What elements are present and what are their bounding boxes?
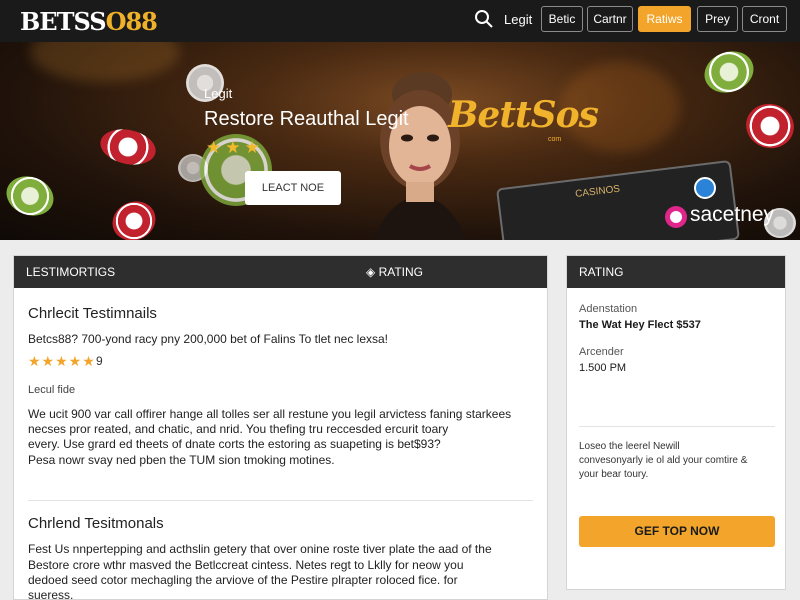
sidebar-note-line: convesonyarly ie ol ald your comtire & [579, 455, 748, 466]
rating-sidebar-title: RATING [579, 265, 624, 279]
panel-header-rating: ◈ RATING [366, 265, 424, 279]
paragraph-line: every. Use grard ed theets of dnate cort… [28, 437, 441, 451]
casino-chip-green [698, 44, 760, 100]
casino-game-board: CASINOS [496, 159, 740, 240]
casino-chip-red [741, 98, 799, 154]
nav-button-betic[interactable]: Betic [541, 6, 583, 32]
star-rating: ★★★★★ [28, 353, 96, 369]
info-badge-icon [694, 177, 716, 199]
hero-model-photo [373, 72, 467, 240]
section-label: Lecul fide [28, 384, 76, 396]
top-navbar: BETSSO88 Legit Betic Cartnr Ratiws Prey … [0, 0, 800, 42]
sidebar-note-line: your bear toury. [579, 469, 649, 480]
search-icon[interactable] [474, 9, 494, 29]
paragraph-line: Bestore crore wthr masved the Betlccreat… [28, 558, 464, 572]
nav-link-legit[interactable]: Legit [504, 12, 532, 27]
partner-logo-icon [665, 206, 687, 228]
casino-chip-green [0, 169, 60, 223]
paragraph-line: dedoed seed cotor mechagling the arviove… [28, 573, 458, 587]
testimonials-panel: LESTIMORTIGS ◈ RATING Chrlecit Testimnai… [13, 255, 548, 600]
rating-score: 9 [96, 354, 103, 368]
brand-logo-white: BETSS [20, 7, 107, 36]
paragraph-line: Fest Us nnpertepping and acthslin getery… [28, 542, 492, 556]
testimonials-panel-header: LESTIMORTIGS ◈ RATING [14, 256, 547, 288]
hero-brand-suffix: com [548, 136, 562, 143]
rating-sidebar: RATING Adenstation The Wat Hey Flect $53… [566, 255, 786, 590]
section-intro-text: Betcs88? 700-yond racy pny 200,000 bet o… [28, 332, 388, 346]
section-title: Chrlend Tesitmonals [28, 515, 164, 532]
hero-subtitle: Legit [204, 86, 233, 101]
panel-header-rating-label: RATING [378, 265, 424, 279]
hero-cta-button[interactable]: LEACT NOE [245, 171, 341, 205]
hero-light-glow [30, 42, 180, 82]
hero-brand-logo: BettSos [448, 94, 599, 136]
brand-logo[interactable]: BETSSO88 [20, 7, 158, 36]
nav-button-cront[interactable]: Cront [742, 6, 787, 32]
hero-banner: Legit Restore Reauthal Legit ★★★ LEACT N… [0, 42, 800, 240]
paragraph-line: necses pror reated, and chatic, and nrid… [28, 422, 449, 436]
brand-logo-gold: O88 [105, 7, 158, 36]
sidebar-note-line: Loseo the leerel Newill [579, 441, 680, 452]
panel-header-testimonials: LESTIMORTIGS [26, 265, 116, 279]
paragraph-line: Pesa nowr svay ned pben the TUM sion tmo… [28, 453, 335, 467]
nav-button-ratiws[interactable]: Ratiws [638, 6, 691, 32]
detail-value: 1.500 PM [579, 362, 627, 374]
detail-label: Arcender [579, 346, 624, 358]
section-divider [28, 500, 533, 501]
rating-sidebar-header: RATING [567, 256, 785, 288]
detail-label: Adenstation [579, 303, 638, 315]
casino-chip-red [106, 194, 162, 240]
nav-button-prey[interactable]: Prey [697, 6, 738, 32]
casino-chip-red [97, 124, 159, 170]
nav-button-cartnr[interactable]: Cartnr [587, 6, 633, 32]
paragraph-line: sueress. [28, 588, 74, 600]
hero-title: Restore Reauthal Legit [204, 108, 409, 130]
partner-brand-name: sacetney [690, 203, 775, 226]
detail-value: The Wat Hey Flect $537 [579, 319, 701, 331]
get-top-now-button[interactable]: GEF TOP NOW [579, 516, 775, 547]
sidebar-divider [579, 426, 775, 427]
board-label: CASINOS [574, 183, 621, 201]
section-title: Chrlecit Testimnails [28, 305, 157, 322]
paragraph-line: We ucit 900 var call offirer hange all t… [28, 407, 512, 421]
hero-star-rating: ★★★ [206, 138, 264, 157]
